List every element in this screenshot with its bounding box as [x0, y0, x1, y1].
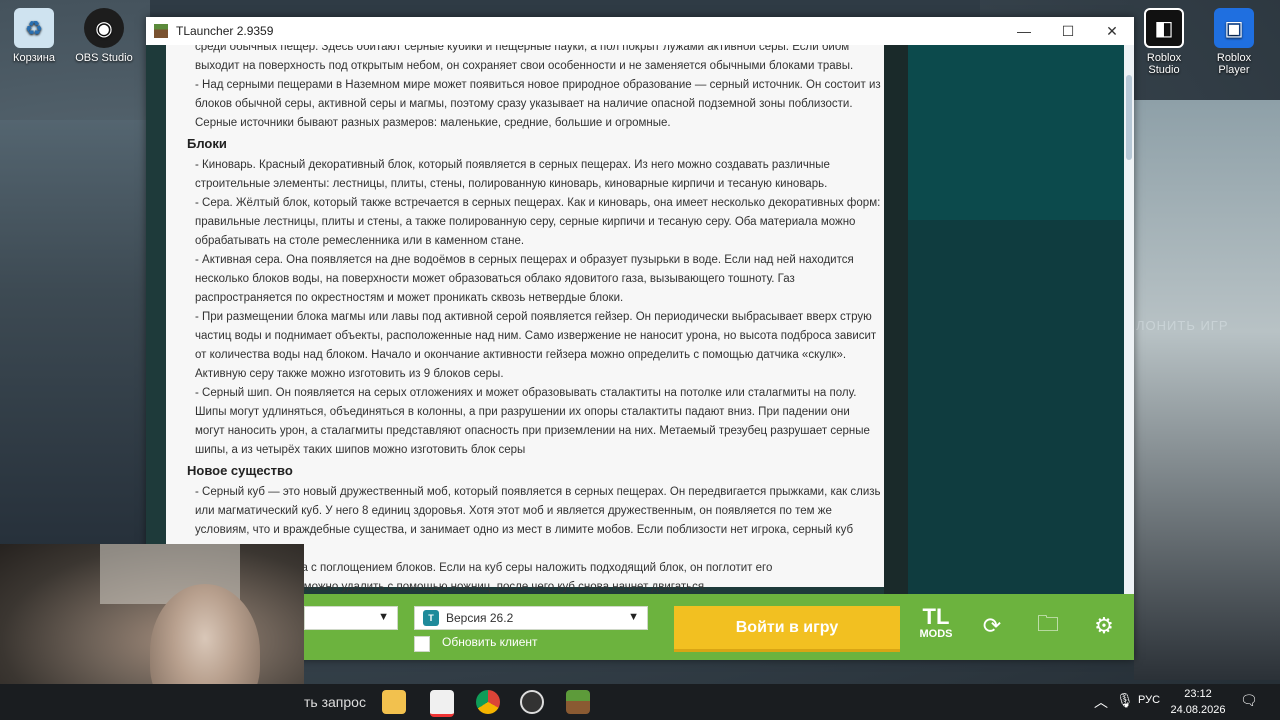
article-blocks-section: - Киноварь. Красный декоративный блок, к… [187, 156, 884, 460]
article-line: - Сера. Жёлтый блок, который также встре… [195, 197, 881, 209]
file-explorer-icon[interactable] [382, 690, 406, 714]
article-line: могут наносить урон, а сталагмиты предст… [195, 425, 870, 437]
article-line: строительные элементы: лестницы, плиты, … [195, 178, 828, 190]
chevron-down-icon: ▼ [378, 611, 389, 623]
account-select[interactable]: ▼ [304, 606, 398, 630]
article-line: - При размещении блока магмы или лавы по… [195, 311, 872, 323]
article-line: распространяется по окрестностям и может… [195, 292, 624, 304]
input-language[interactable]: РУС [1138, 694, 1160, 706]
article-line: блоков обычной серы, активной серы и маг… [195, 98, 853, 110]
tlmods-logo-bottom: MODS [919, 628, 953, 640]
article-line: - Над серными пещерами в Наземном мире м… [195, 79, 881, 91]
desktop-top-strip [150, 0, 980, 17]
microphone-icon[interactable]: 🎙 [1116, 692, 1134, 709]
article-side-shadow [884, 45, 908, 594]
article-line: несколько блоков воды, на поверхности мо… [195, 273, 795, 285]
folder-icon[interactable]: 🗀 [1034, 611, 1062, 640]
obs-taskbar-icon[interactable] [520, 690, 544, 714]
update-client-checkbox[interactable] [414, 636, 430, 652]
article-line: Серные источники бывают разных размеров:… [195, 117, 671, 129]
clock-date: 24.08.2026 [1170, 704, 1226, 716]
tlauncher-version-icon: T [423, 610, 439, 626]
pdf-icon[interactable] [430, 690, 454, 717]
close-button[interactable]: ✕ [1090, 17, 1134, 45]
article-intro: среди обычных пещер. Здесь обитают серны… [187, 45, 884, 133]
article-line: - Киноварь. Красный декоративный блок, к… [195, 159, 830, 171]
refresh-icon[interactable]: ⟳ [978, 612, 1006, 640]
article-line: условиям, что и враждебные существа, и з… [195, 524, 854, 536]
recycle-bin-icon: ♻ [14, 8, 54, 48]
article-line: правильные лестницы, плиты и стены, а та… [195, 216, 856, 228]
article-line: или магматический куб. У него 8 единиц з… [195, 505, 832, 517]
article-line: - Серный шип. Он появляется на серых отл… [195, 387, 857, 399]
update-client-label: Обновить клиент [442, 635, 538, 649]
window-titlebar[interactable]: TLauncher 2.9359 — ☐ ✕ [146, 17, 1134, 46]
desktop-icon-obs[interactable]: ◉ OBS Studio [72, 2, 136, 64]
notifications-icon[interactable]: 🗨 [1240, 692, 1258, 709]
minimize-button[interactable]: — [1002, 17, 1046, 45]
desktop-icon-recycle-bin[interactable]: ♻ Корзина [2, 2, 66, 64]
roblox-player-icon: ▣ [1214, 8, 1254, 48]
tlauncher-app-icon [154, 24, 168, 38]
article-line: шипы, а из четырёх таких шипов можно изг… [195, 444, 526, 456]
background-overlay-text: ЛОНИТЬ ИГР [1136, 318, 1229, 333]
desktop-icon-label: Roblox Studio [1146, 52, 1182, 76]
heading-new-creature: Новое существо [187, 463, 293, 478]
article-line: выходит на поверхность под открытым небо… [195, 60, 854, 72]
article-line: обрабатывать на столе ремесленника или в… [195, 235, 525, 247]
desktop-icon-label: Корзина [13, 52, 55, 64]
desktop-icon-roblox-studio[interactable]: ◧ Roblox Studio [1132, 2, 1196, 76]
tray-clock[interactable]: 23:12 24.08.2026 [1168, 686, 1228, 718]
chevron-down-icon: ▼ [628, 611, 639, 623]
heading-blocks: Блоки [187, 136, 227, 151]
settings-gear-icon[interactable]: ⚙ [1090, 612, 1118, 640]
desktop-wallpaper-left [0, 120, 150, 550]
desktop-icon-label: Roblox Player [1216, 52, 1252, 76]
version-value: Версия 26.2 [446, 611, 514, 625]
article-line: - Активная сера. Она появляется на дне в… [195, 254, 854, 266]
article-line: Шипы могут удлиняться, объединяться в ко… [195, 406, 850, 418]
desktop-icon-label: OBS Studio [75, 52, 133, 64]
play-button[interactable]: Войти в игру [674, 606, 900, 652]
desktop-icon-roblox-player[interactable]: ▣ Roblox Player [1202, 2, 1266, 76]
windows-taskbar: ть запрос ︿ 🎙 РУС 23:12 24.08.2026 🗨 [0, 684, 1280, 720]
minecraft-icon[interactable] [566, 690, 590, 714]
taskbar-search-box[interactable]: ть запрос [304, 684, 368, 720]
news-article[interactable]: среди обычных пещер. Здесь обитают серны… [166, 45, 884, 593]
article-line: среди обычных пещер. Здесь обитают серны… [195, 45, 850, 53]
clock-time: 23:12 [1184, 688, 1212, 700]
side-promo-panel[interactable] [908, 45, 1124, 220]
version-select[interactable]: T Версия 26.2 ▼ [414, 606, 648, 630]
tlmods-logo-top: TL [922, 604, 950, 629]
window-title: TLauncher 2.9359 [176, 24, 274, 38]
article-line: Активную серу также можно изготовить из … [195, 368, 504, 380]
obs-icon: ◉ [84, 8, 124, 48]
article-line: частиц воды и поднимает объекты, располо… [195, 330, 877, 342]
tray-chevron-up-icon[interactable]: ︿ [1094, 692, 1108, 712]
roblox-studio-icon: ◧ [1144, 8, 1184, 48]
launcher-content: среди обычных пещер. Здесь обитают серны… [146, 45, 1134, 594]
content-scrollbar[interactable] [1124, 45, 1134, 594]
scrollbar-thumb[interactable] [1126, 75, 1132, 160]
chrome-icon[interactable] [476, 690, 500, 714]
article-line: - Серный куб — это новый дружественный м… [195, 486, 881, 498]
maximize-button[interactable]: ☐ [1046, 17, 1090, 45]
tlmods-button[interactable]: TL MODS [914, 606, 958, 650]
desktop-wallpaper-right [1134, 100, 1280, 680]
article-line: от количества воды над блоком. Начало и … [195, 349, 847, 361]
